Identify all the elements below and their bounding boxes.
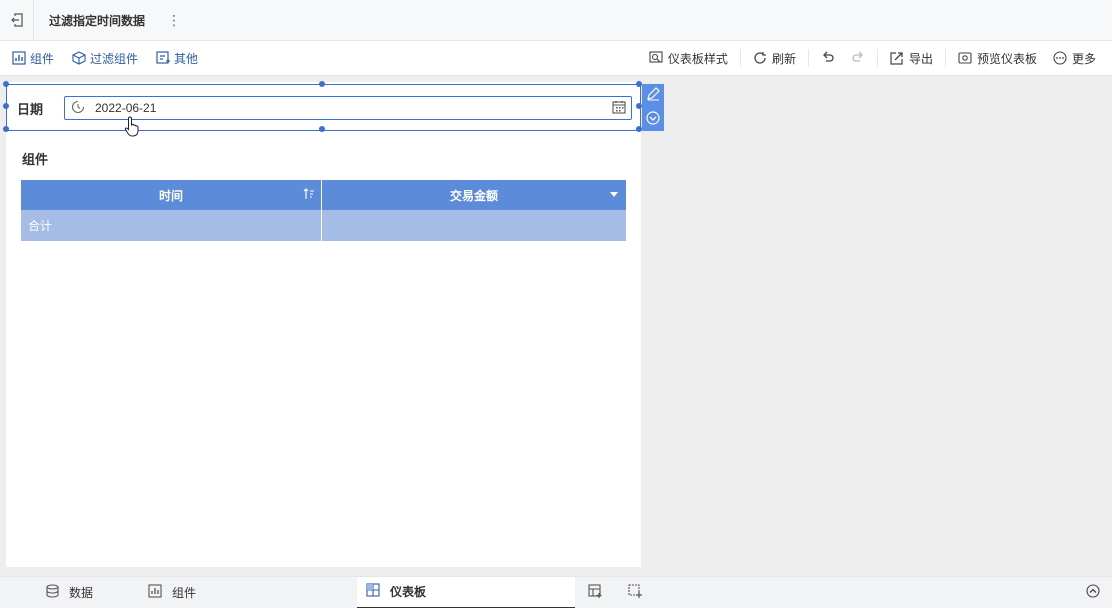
refresh-icon [753, 51, 767, 65]
dashboard-panel [6, 82, 641, 567]
more-vertical-icon[interactable]: ⋮ [167, 12, 181, 29]
dashboard-icon [366, 583, 380, 600]
more-horizontal-icon [1053, 51, 1067, 65]
chart-add-icon [12, 51, 26, 65]
other-label: 其他 [174, 51, 199, 66]
redo-icon [851, 51, 865, 65]
divider [807, 49, 809, 67]
dashboard-style-label: 仪表板样式 [667, 51, 728, 66]
date-filter-widget[interactable]: 日期 2022-06-21 [3, 81, 642, 132]
resize-handle[interactable] [319, 81, 325, 87]
export-button[interactable]: 导出 [882, 50, 941, 67]
table-row: 合计 [21, 210, 626, 241]
tab-dashboard-label: 仪表板 [390, 585, 427, 599]
add-filter-button[interactable]: 过滤组件 [72, 50, 138, 67]
collapse-button[interactable] [1086, 577, 1100, 608]
dropdown-arrow-icon[interactable] [610, 192, 618, 197]
more-button[interactable]: 更多 [1045, 50, 1104, 67]
bottom-tab-bar: 数据 组件 仪表板 [0, 576, 1112, 608]
add-component-button[interactable]: 组件 [12, 50, 54, 67]
tab-component-label: 组件 [172, 586, 197, 600]
date-input[interactable]: 2022-06-21 [64, 96, 632, 120]
more-label: 更多 [1071, 51, 1096, 66]
filter-cube-icon [72, 51, 86, 65]
total-value-cell [322, 210, 626, 241]
dashboard-canvas [0, 76, 1112, 576]
column-header-label: 交易金额 [449, 188, 498, 203]
chevron-down-circle-icon[interactable] [646, 111, 660, 128]
preview-icon [958, 51, 972, 65]
divider [876, 49, 878, 67]
chevron-up-circle-icon [1086, 584, 1100, 601]
undo-icon [821, 51, 835, 65]
add-dashboard-icon [588, 584, 602, 601]
column-header-label: 时间 [158, 188, 183, 203]
sort-icon[interactable] [303, 188, 315, 203]
add-story-button[interactable] [628, 577, 642, 608]
chart-icon [148, 584, 162, 601]
add-story-icon [628, 584, 642, 601]
title-bar: 过滤指定时间数据 ⋮ [0, 0, 1112, 41]
database-icon [46, 584, 59, 601]
add-dashboard-button[interactable] [588, 577, 602, 608]
total-label: 合计 [28, 219, 53, 233]
column-header-time[interactable]: 时间 [21, 180, 322, 210]
tab-data[interactable]: 数据 [46, 577, 93, 608]
export-label: 导出 [908, 51, 933, 66]
document-title: 过滤指定时间数据 [49, 13, 146, 28]
resize-handle[interactable] [319, 126, 325, 132]
other-add-icon [156, 51, 171, 65]
resize-handle[interactable] [3, 126, 9, 132]
toolbar: 组件 过滤组件 其他 仪表板样式 刷新 导出 预览仪表板 更多 [0, 41, 1112, 76]
tab-data-label: 数据 [69, 586, 94, 600]
hand-cursor-icon [124, 116, 142, 141]
filter-label: 日期 [17, 102, 44, 117]
preview-dashboard-label: 预览仪表板 [976, 51, 1037, 66]
tab-dashboard[interactable]: 仪表板 [357, 576, 575, 608]
add-component-label: 组件 [30, 51, 55, 66]
preview-dashboard-button[interactable]: 预览仪表板 [950, 50, 1045, 67]
date-value: 2022-06-21 [95, 101, 157, 115]
dashboard-style-button[interactable]: 仪表板样式 [641, 50, 736, 67]
component-title: 组件 [22, 152, 49, 167]
other-button[interactable]: 其他 [156, 50, 198, 67]
edit-icon[interactable] [646, 87, 660, 104]
redo-button[interactable] [843, 51, 873, 65]
exit-icon[interactable] [0, 0, 34, 41]
undo-button[interactable] [813, 51, 843, 65]
style-icon [649, 51, 663, 65]
divider [739, 49, 741, 67]
divider [944, 49, 946, 67]
table-header: 时间 交易金额 [21, 180, 626, 210]
tab-component[interactable]: 组件 [148, 577, 196, 608]
total-cell: 合计 [21, 210, 322, 241]
data-table: 时间 交易金额 合计 [21, 180, 626, 241]
refresh-label: 刷新 [771, 51, 796, 66]
widget-side-tools [642, 84, 664, 131]
calendar-icon[interactable] [612, 100, 626, 117]
add-filter-label: 过滤组件 [90, 51, 139, 66]
history-icon [71, 100, 85, 117]
resize-handle[interactable] [3, 103, 9, 109]
export-icon [890, 51, 904, 65]
refresh-button[interactable]: 刷新 [745, 50, 804, 67]
column-header-amount[interactable]: 交易金额 [322, 180, 626, 210]
resize-handle[interactable] [3, 81, 9, 87]
